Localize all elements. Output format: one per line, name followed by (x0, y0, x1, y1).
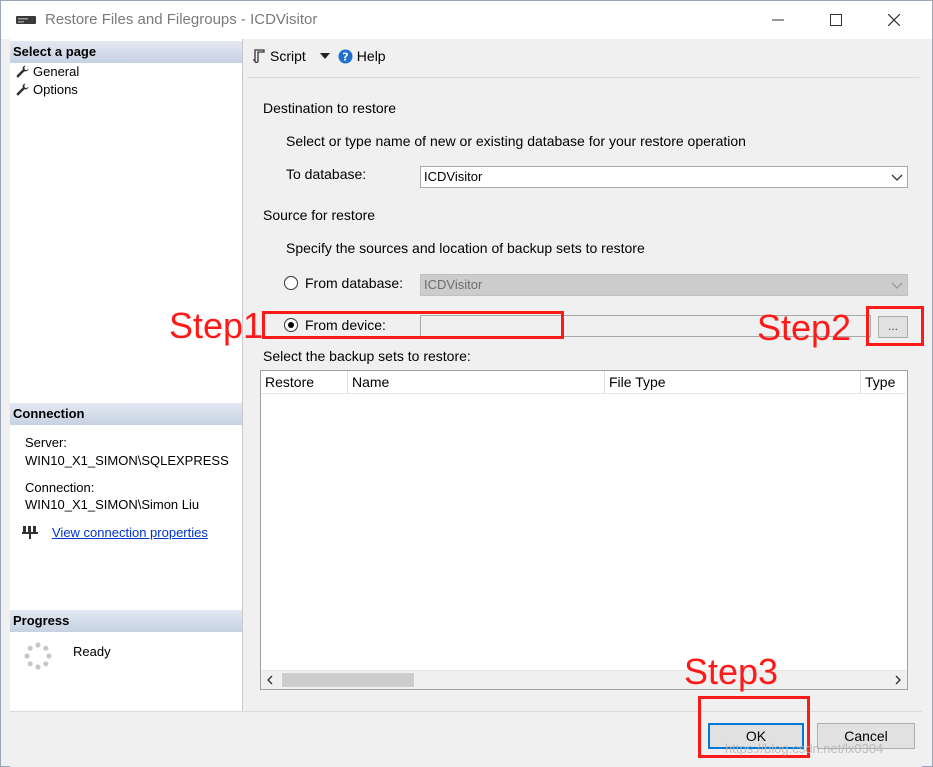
from-database-label: From database: (305, 275, 404, 291)
help-button[interactable]: ? Help (338, 48, 386, 64)
destination-instruction: Select or type name of new or existing d… (286, 133, 746, 149)
connection-header: Connection (10, 403, 242, 425)
page-item-general[interactable]: General (16, 62, 79, 80)
right-pane: Script ? Help Destination to restore Sel… (244, 39, 922, 712)
to-database-combo[interactable]: ICDVisitor (420, 166, 908, 188)
server-value: WIN10_X1_SIMON\SQLEXPRESS (25, 453, 229, 468)
chevron-down-icon (891, 174, 903, 181)
script-icon (253, 49, 265, 63)
from-database-radio[interactable] (284, 276, 298, 290)
minimize-icon (772, 19, 784, 21)
backup-sets-grid[interactable]: Restore Name File Type Type (260, 370, 908, 690)
step3-annotation: Step3 (684, 651, 779, 692)
view-connection-row: View connection properties (22, 524, 208, 540)
title-bar: Restore Files and Filegroups - ICDVisito… (1, 1, 932, 39)
scroll-left-icon[interactable] (266, 675, 274, 685)
minimize-button[interactable] (749, 1, 807, 39)
connection-properties-icon (22, 526, 38, 539)
step1-annotation: Step1 (169, 305, 264, 346)
wrench-icon (16, 83, 29, 95)
source-section-label: Source for restore (263, 207, 376, 223)
progress-status: Ready (73, 644, 111, 659)
script-button[interactable]: Script (252, 48, 306, 64)
from-database-combo: ICDVisitor (420, 274, 908, 296)
view-connection-properties-link[interactable]: View connection properties (52, 525, 208, 540)
maximize-button[interactable] (807, 1, 865, 39)
close-icon (888, 14, 900, 26)
help-icon: ? (338, 49, 353, 63)
scrollbar-thumb[interactable] (282, 673, 414, 687)
progress-header: Progress (10, 610, 242, 632)
page-item-label: Options (33, 81, 78, 97)
chevron-down-icon (891, 282, 903, 289)
help-label: Help (356, 48, 386, 64)
grid-header: Restore Name File Type Type (261, 371, 906, 394)
column-header-name[interactable]: Name (348, 371, 605, 393)
from-database-value: ICDVisitor (424, 277, 483, 292)
to-database-value: ICDVisitor (424, 169, 483, 184)
general-page-content: Destination to restore Select or type na… (247, 77, 919, 712)
source-instruction: Specify the sources and location of back… (286, 240, 645, 256)
maximize-icon (830, 14, 842, 26)
column-header-file-type[interactable]: File Type (605, 371, 861, 393)
server-label: Server: (25, 435, 67, 450)
page-item-options[interactable]: Options (16, 80, 78, 98)
step1-highlight-box (262, 311, 564, 339)
toolbar: Script ? Help (244, 39, 922, 73)
wrench-icon (16, 65, 29, 77)
scroll-right-icon[interactable] (894, 675, 902, 685)
column-header-restore[interactable]: Restore (261, 371, 348, 393)
server-icon (15, 13, 37, 27)
script-label: Script (270, 48, 306, 64)
connection-value: WIN10_X1_SIMON\Simon Liu (25, 497, 200, 512)
close-button[interactable] (865, 1, 923, 39)
column-header-type[interactable]: Type (861, 371, 907, 393)
window-title: Restore Files and Filegroups - ICDVisito… (45, 11, 318, 28)
step2-highlight-box (866, 306, 924, 346)
left-pane: Select a page General Options Connection… (10, 39, 243, 711)
watermark-text: https://blog.csdn.net/lx0304 (725, 741, 884, 756)
svg-text:?: ? (342, 50, 348, 63)
horizontal-scrollbar[interactable] (261, 670, 907, 689)
page-item-label: General (33, 63, 80, 79)
backup-sets-label: Select the backup sets to restore: (263, 348, 471, 364)
script-dropdown-icon[interactable] (318, 51, 332, 61)
destination-section-label: Destination to restore (263, 100, 397, 116)
restore-dialog-window: Restore Files and Filegroups - ICDVisito… (0, 0, 933, 767)
connection-label: Connection: (25, 480, 95, 495)
step2-annotation: Step2 (757, 307, 852, 348)
progress-spinner-icon (24, 642, 52, 670)
select-page-header: Select a page (10, 41, 242, 63)
to-database-label: To database: (286, 166, 367, 182)
